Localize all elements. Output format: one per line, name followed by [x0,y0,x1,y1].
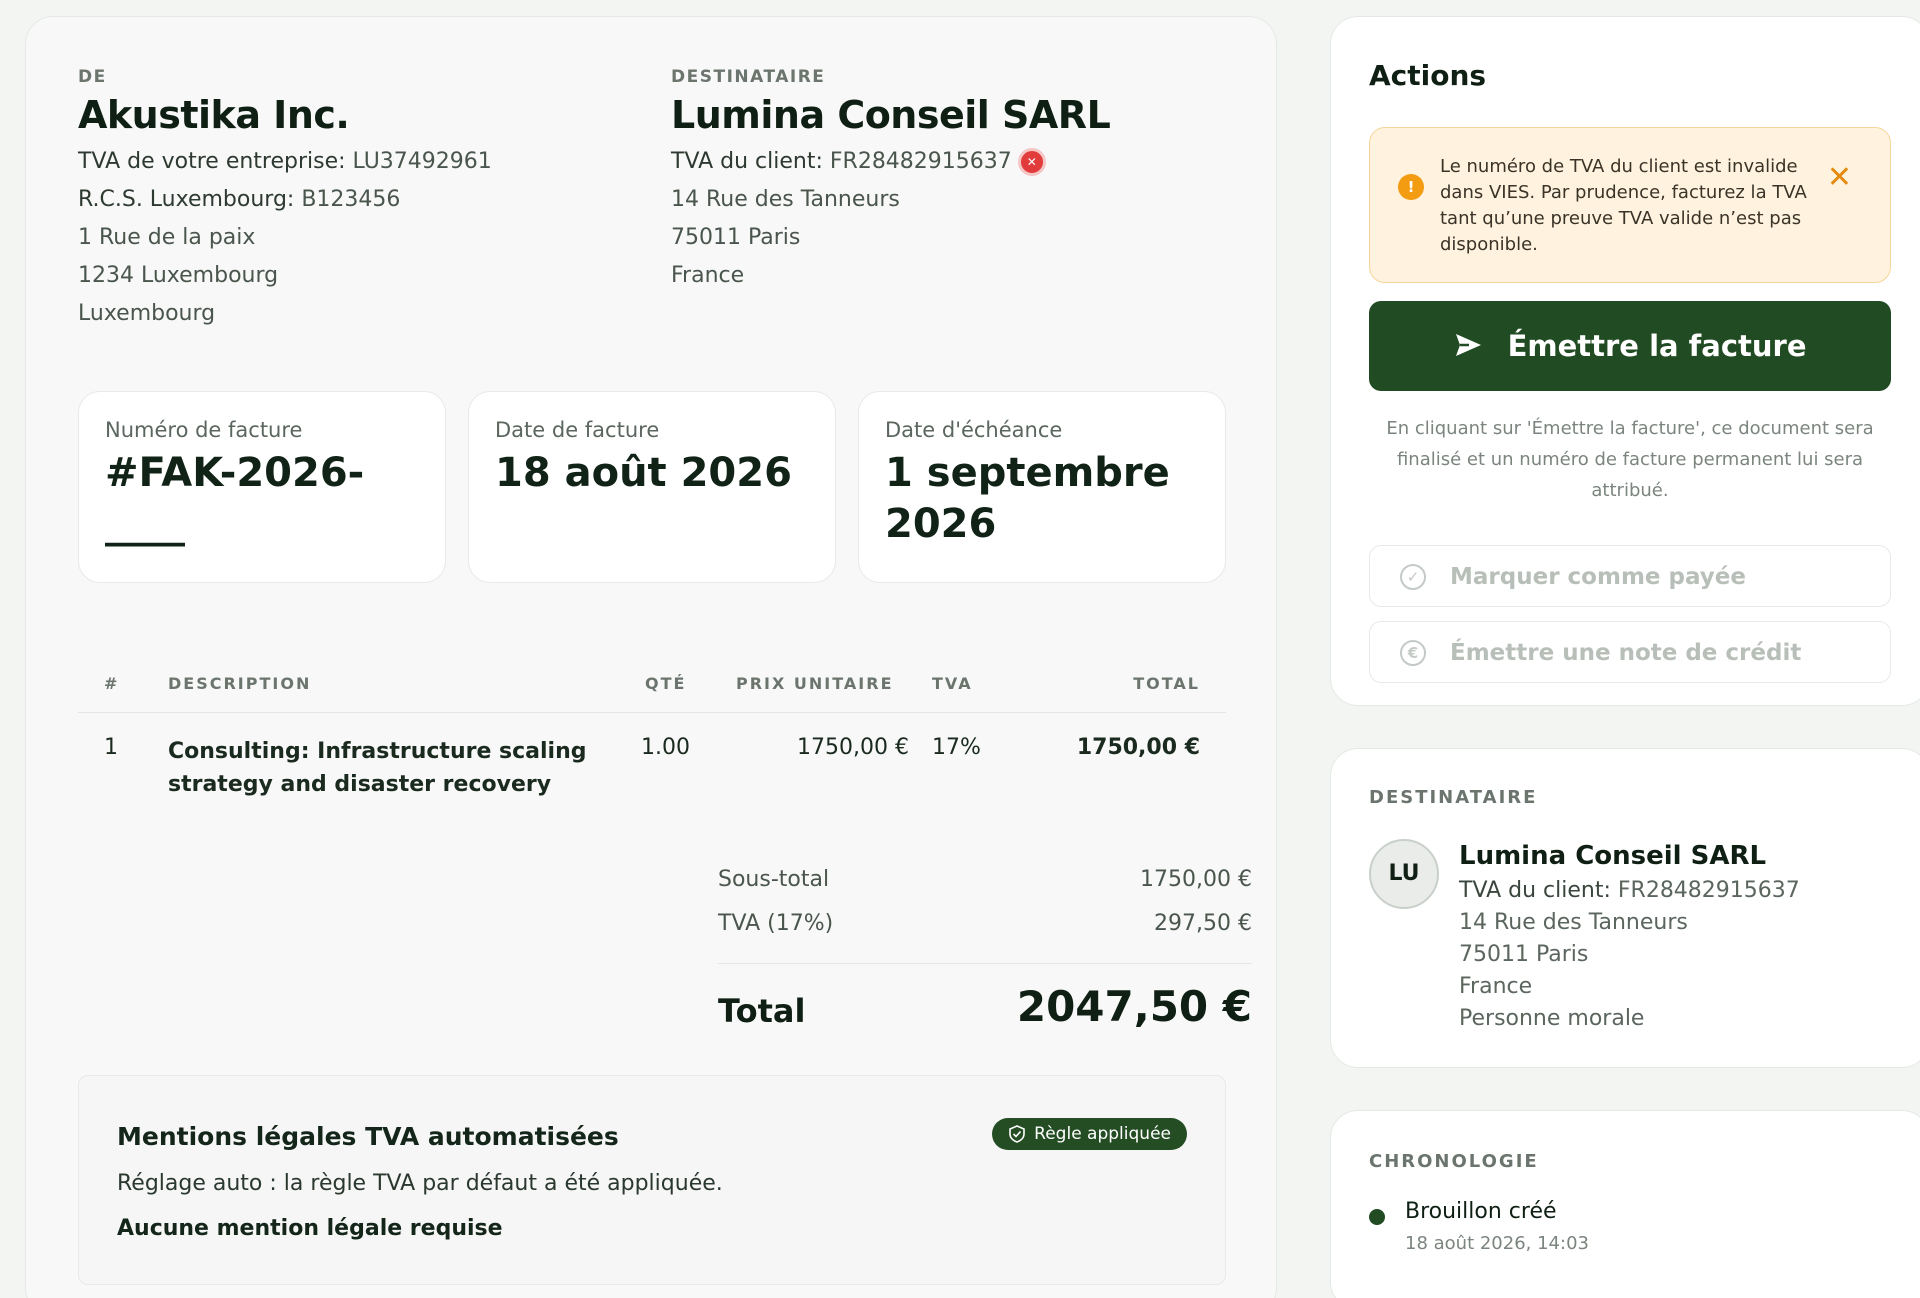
vat-label: TVA (17%) [718,911,834,936]
check-circle-icon: ✓ [1400,564,1426,590]
timeline-dot-icon [1369,1209,1385,1225]
totals-block: Sous-total 1750,00 € TVA (17%) 297,50 € … [718,867,1252,1042]
invoice-date-label: Date de facture [495,418,660,442]
row-num: 1 [104,735,118,760]
vat-row: TVA (17%) 297,50 € [718,911,1252,955]
rule-applied-badge: Règle appliquée [992,1118,1187,1150]
legal-description: Réglage auto : la règle TVA par défaut a… [117,1171,723,1196]
emit-invoice-button[interactable]: Émettre la facture [1369,301,1891,391]
sender-label: DE [78,67,107,87]
invoice-date-value: 18 août 2026 [495,450,792,496]
recipient-label: DESTINATAIRE [671,67,826,87]
euro-circle-icon: € [1400,640,1426,666]
col-vat: TVA [932,674,973,693]
legal-result: Aucune mention légale requise [117,1216,503,1241]
invoice-meta: Numéro de facture #FAK-2026-____ Date de… [78,391,1226,583]
recipient-block: DESTINATAIRE Lumina Conseil SARL TVA du … [671,67,1111,295]
table-header: # DESCRIPTION QTÉ PRIX UNITAIRE TVA TOTA… [78,657,1226,713]
sender-address-line: Luxembourg [78,301,216,326]
recipient-panel: DESTINATAIRE LU Lumina Conseil SARL TVA … [1330,748,1920,1068]
due-date-value: 1 septembre 2026 [885,450,1170,547]
table-row: 1 Consulting: Infrastructure scaling stra… [78,713,1226,813]
invoice-preview: DE Akustika Inc. TVA de votre entreprise… [25,16,1277,1298]
send-icon [1456,334,1482,356]
col-unit-price: PRIX UNITAIRE [736,674,894,693]
col-num: # [104,674,120,693]
vat-warning-alert: ! Le numéro de TVA du client est invalid… [1369,127,1891,283]
recipient-address-line: 75011 Paris [671,225,801,250]
totals-divider [718,963,1252,964]
sender-block: DE Akustika Inc. TVA de votre entreprise… [78,67,492,333]
invoice-number-value: #FAK-2026-____ [105,450,365,547]
legal-mentions-box: Mentions légales TVA automatisées Règle … [78,1075,1226,1285]
sender-rcs: R.C.S. Luxembourg: B123456 [78,187,401,212]
timeline-event-title: Brouillon créé [1405,1199,1557,1224]
avatar: LU [1369,839,1439,909]
recipient-panel-type: Personne morale [1459,1006,1645,1031]
recipient-panel-address: 75011 Paris [1459,942,1589,967]
warning-icon: ! [1398,174,1424,200]
subtotal-label: Sous-total [718,867,830,892]
vat-value: 297,50 € [1154,911,1252,936]
recipient-name: Lumina Conseil SARL [671,93,1111,137]
recipient-address-line: France [671,263,745,288]
col-total: TOTAL [1133,674,1200,693]
invoice-date-card: Date de facture 18 août 2026 [468,391,836,583]
sender-address-line: 1234 Luxembourg [78,263,279,288]
recipient-panel-vat: TVA du client: FR28482915637 [1459,878,1800,903]
invalid-x-icon[interactable]: ✕ [1017,148,1046,176]
recipient-info: Lumina Conseil SARL TVA du client: FR284… [1459,841,1800,1035]
subtotal-value: 1750,00 € [1140,867,1252,892]
subtotal-row: Sous-total 1750,00 € [718,867,1252,911]
mark-paid-button[interactable]: ✓ Marquer comme payée [1369,545,1891,607]
close-icon[interactable]: ✕ [1827,158,1852,198]
row-total: 1750,00 € [1076,735,1200,760]
sender-address-line: 1 Rue de la paix [78,225,256,250]
invoice-number-card: Numéro de facture #FAK-2026-____ [78,391,446,583]
grand-total-row: Total 2047,50 € [718,972,1252,1042]
timeline-label: CHRONOLOGIE [1369,1151,1539,1172]
credit-note-button[interactable]: € Émettre une note de crédit [1369,621,1891,683]
recipient-panel-address: France [1459,974,1533,999]
recipient-panel-address: 14 Rue des Tanneurs [1459,910,1688,935]
row-description: Consulting: Infrastructure scaling strate… [168,739,587,797]
col-description: DESCRIPTION [168,674,312,693]
actions-panel: Actions ! Le numéro de TVA du client est… [1330,16,1920,706]
emit-note: En cliquant sur 'Émettre la facture', ce… [1386,418,1874,501]
recipient-vat: TVA du client: FR28482915637 ✕ [671,143,1110,181]
col-qty: QTÉ [645,674,687,693]
shield-check-icon [1009,1125,1025,1143]
sender-name: Akustika Inc. [78,93,350,137]
row-qty: 1.00 [641,735,690,760]
due-date-label: Date d'échéance [885,418,1063,442]
recipient-panel-name: Lumina Conseil SARL [1459,841,1767,871]
grand-total-value: 2047,50 € [1016,982,1252,1031]
timeline-event-time: 18 août 2026, 14:03 [1405,1233,1589,1254]
recipient-address-line: 14 Rue des Tanneurs [671,187,900,212]
grand-total-label: Total [718,992,806,1030]
legal-title: Mentions légales TVA automatisées [117,1122,619,1151]
timeline-panel: CHRONOLOGIE Brouillon créé 18 août 2026,… [1330,1110,1920,1298]
row-vat: 17% [932,735,981,760]
actions-title: Actions [1369,59,1487,92]
invoice-number-label: Numéro de facture [105,418,303,442]
recipient-panel-label: DESTINATAIRE [1369,787,1538,808]
sender-vat: TVA de votre entreprise: LU37492961 [78,149,492,174]
due-date-card: Date d'échéance 1 septembre 2026 [858,391,1226,583]
warning-text: Le numéro de TVA du client est invalide … [1440,156,1807,255]
row-unit-price: 1750,00 € [797,735,909,760]
line-items-table: # DESCRIPTION QTÉ PRIX UNITAIRE TVA TOTA… [78,657,1226,813]
